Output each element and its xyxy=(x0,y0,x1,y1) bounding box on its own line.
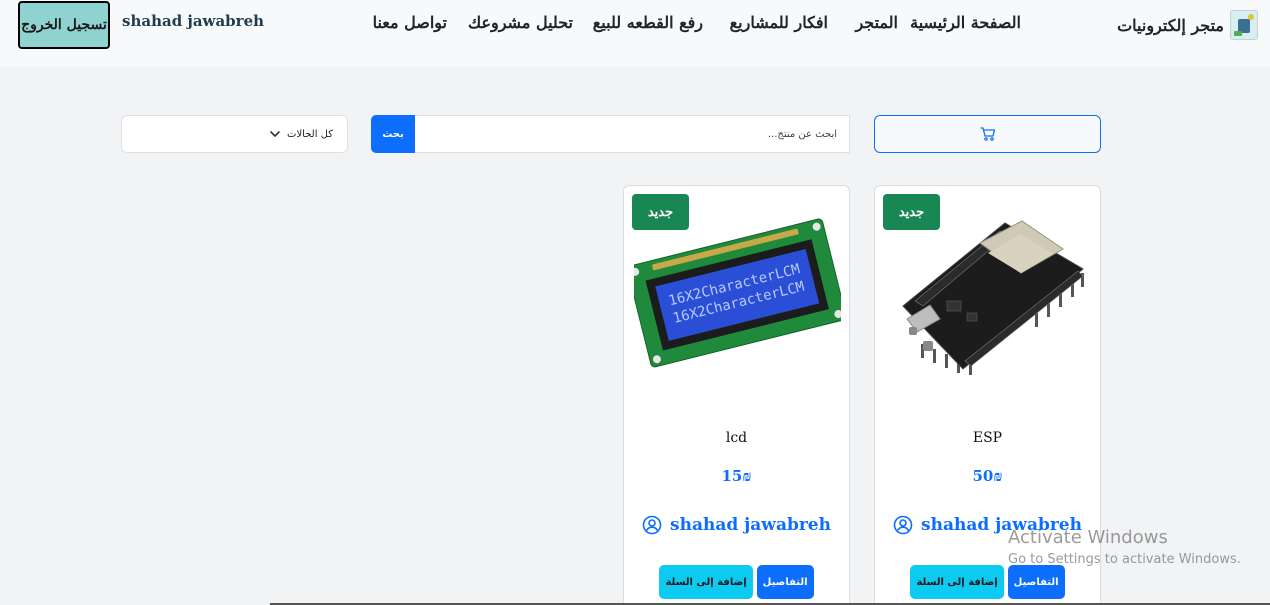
add-to-cart-button[interactable]: إضافة إلى السلة xyxy=(659,565,753,599)
status-filter-value: كل الحالات xyxy=(287,128,333,140)
nav-link-store[interactable]: المتجر xyxy=(855,13,898,32)
cart-button[interactable] xyxy=(874,115,1101,153)
seller-name: shahad jawabreh xyxy=(670,515,831,535)
add-to-cart-button[interactable]: إضافة إلى السلة xyxy=(910,565,1004,599)
nav-link-home[interactable]: الصفحة الرئيسية xyxy=(910,13,1021,32)
details-button[interactable]: التفاصيل xyxy=(756,565,814,599)
product-name: ESP xyxy=(972,430,1003,446)
user-circle-icon xyxy=(642,515,662,535)
search-input[interactable] xyxy=(414,115,850,153)
nav-link-contact[interactable]: تواصل معنا xyxy=(373,13,447,32)
current-username: shahad jawabreh xyxy=(122,12,265,30)
chevron-down-icon xyxy=(270,131,280,137)
product-card: 16X2CharacterLCM 16X2CharacterLCM جديد l… xyxy=(623,185,850,605)
status-filter-select[interactable]: كل الحالات xyxy=(121,115,348,153)
card-actions: إضافة إلى السلة التفاصيل xyxy=(875,565,1100,599)
cart-icon xyxy=(979,127,995,141)
navbar: متجر إلكترونيات الصفحة الرئيسية المتجر ا… xyxy=(0,0,1270,67)
product-price: 15₪ xyxy=(721,467,752,485)
search-button[interactable]: بحث xyxy=(371,115,415,153)
nav-link-analyze-project[interactable]: تحليل مشروعك xyxy=(468,13,573,32)
card-actions: إضافة إلى السلة التفاصيل xyxy=(624,565,849,599)
new-badge: جديد xyxy=(883,194,940,230)
details-button[interactable]: التفاصيل xyxy=(1007,565,1065,599)
nav-link-upload-part[interactable]: رفع القطعه للبيع xyxy=(593,13,703,32)
brand-name: متجر إلكترونيات xyxy=(1117,15,1224,35)
activate-windows-watermark: Activate Windows Go to Settings to activ… xyxy=(1008,527,1241,567)
nav-link-project-ideas[interactable]: افكار للمشاريع xyxy=(730,13,828,32)
product-price: 50₪ xyxy=(972,467,1003,485)
seller-link[interactable]: shahad jawabreh xyxy=(624,515,849,535)
circuit-board-logo-icon xyxy=(1230,10,1258,40)
watermark-subtitle: Go to Settings to activate Windows. xyxy=(1008,552,1241,567)
user-circle-icon xyxy=(893,515,913,535)
logout-button[interactable]: تسجيل الخروج xyxy=(18,1,110,49)
new-badge: جديد xyxy=(632,194,689,230)
brand[interactable]: متجر إلكترونيات xyxy=(1117,10,1258,40)
product-name: lcd xyxy=(725,430,748,446)
watermark-title: Activate Windows xyxy=(1008,527,1168,548)
